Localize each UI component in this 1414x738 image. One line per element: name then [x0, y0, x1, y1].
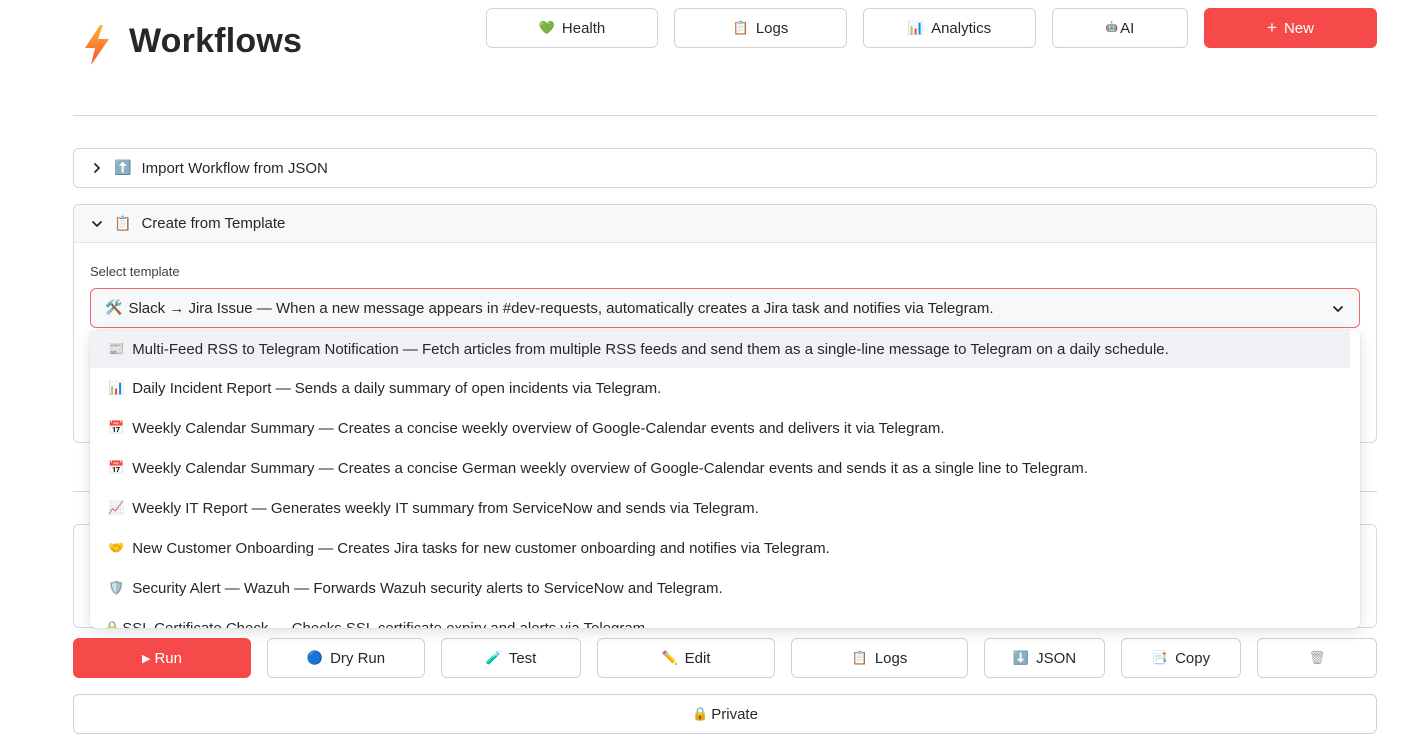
lightning-bolt-icon: [85, 25, 109, 65]
copy-button-label: Copy: [1175, 649, 1211, 667]
template-option-label: Weekly IT Report — Generates weekly IT s…: [132, 499, 759, 517]
test-button-label: Test: [508, 649, 537, 667]
template-accordion-label: Create from Template: [141, 215, 286, 232]
template-option-label: Daily Incident Report — Sends a daily su…: [132, 379, 662, 397]
template-option[interactable]: 🤝 New Customer Onboarding — Creates Jira…: [90, 529, 1350, 567]
delete-button[interactable]: 🗑: [1257, 638, 1377, 678]
template-option[interactable]: 🔒 SSL Certificate Check — Checks SSL cer…: [90, 609, 1350, 629]
trash-icon: 🗑: [1308, 650, 1326, 666]
template-option[interactable]: 📅 Weekly Calendar Summary — Creates a co…: [90, 409, 1350, 447]
template-dropdown[interactable]: 📰 Multi-Feed RSS to Telegram Notificatio…: [90, 330, 1360, 628]
test-tube-icon: 🧪: [485, 650, 502, 666]
new-button[interactable]: + New: [1204, 8, 1377, 48]
template-select-value: Slack → Jira Issue — When a new message …: [128, 299, 994, 317]
bar-chart-icon: 📊: [907, 20, 925, 36]
robot-icon: 🤖: [1105, 22, 1119, 33]
clipboard-icon: 📋: [851, 650, 868, 666]
edit-button[interactable]: ✏️ Edit: [597, 638, 775, 678]
template-option[interactable]: 📈 Weekly IT Report — Generates weekly IT…: [90, 489, 1350, 527]
chart-up-icon: 📈: [108, 500, 125, 516]
visibility-label: Private: [711, 705, 758, 723]
select-template-label: Select template: [90, 264, 180, 279]
analytics-button-label: Analytics: [931, 19, 992, 37]
import-accordion: ⬆️ Import Workflow from JSON: [73, 148, 1377, 188]
template-option-label: Multi-Feed RSS to Telegram Notification …: [132, 340, 1169, 358]
logs-action-button[interactable]: 📋 Logs: [791, 638, 968, 678]
template-select[interactable]: 🛠️ Slack → Jira Issue — When a new messa…: [90, 288, 1360, 328]
template-option[interactable]: 📅 Weekly Calendar Summary — Creates a co…: [90, 449, 1350, 487]
tools-icon: 🛠️: [105, 300, 123, 316]
health-button-label: Health: [561, 19, 606, 37]
template-option-label: SSL Certificate Check — Checks SSL certi…: [122, 619, 650, 629]
template-option-label: Security Alert — Wazuh — Forwards Wazuh …: [132, 579, 723, 597]
run-button-label: Run: [154, 649, 182, 667]
dry-run-button[interactable]: 🔵 Dry Run: [267, 638, 425, 678]
edit-button-label: Edit: [684, 649, 711, 667]
run-button[interactable]: ▶ Run: [73, 638, 251, 678]
chevron-down-icon: [1333, 306, 1343, 312]
visibility-button[interactable]: 🔒 Private: [73, 694, 1377, 734]
template-accordion-header[interactable]: 📋 Create from Template: [74, 205, 1376, 243]
template-option[interactable]: 📰 Multi-Feed RSS to Telegram Notificatio…: [90, 330, 1350, 368]
json-button-label: JSON: [1036, 649, 1077, 667]
play-icon: ▶: [142, 652, 151, 665]
page-title: Workflows: [129, 22, 303, 60]
header-divider: [73, 115, 1377, 116]
dry-run-button-label: Dry Run: [330, 649, 386, 667]
copy-icon: 📑: [1151, 650, 1169, 666]
clipboard-icon: 📋: [114, 215, 132, 232]
json-button[interactable]: ⬇️ JSON: [984, 638, 1105, 678]
handshake-icon: 🤝: [108, 540, 125, 556]
health-button[interactable]: 💚 Health: [486, 8, 658, 48]
new-button-label: New: [1283, 19, 1314, 37]
chevron-down-icon: [92, 220, 102, 227]
upload-icon: ⬆️: [114, 160, 132, 176]
logs-button[interactable]: 📋 Logs: [674, 8, 847, 48]
pencil-icon: ✏️: [661, 650, 678, 666]
test-button[interactable]: 🧪 Test: [441, 638, 581, 678]
logs-action-button-label: Logs: [874, 649, 908, 667]
lock-icon: 🔒: [692, 706, 709, 722]
template-option-label: Weekly Calendar Summary — Creates a conc…: [132, 419, 945, 437]
calendar-icon: 📅: [108, 460, 125, 476]
import-accordion-header[interactable]: ⬆️ Import Workflow from JSON: [74, 149, 1376, 187]
copy-button[interactable]: 📑 Copy: [1121, 638, 1241, 678]
blue-circle-icon: 🔵: [306, 650, 324, 666]
template-option[interactable]: 🛡️ Security Alert — Wazuh — Forwards Waz…: [90, 569, 1350, 607]
download-icon: ⬇️: [1012, 650, 1030, 666]
analytics-button[interactable]: 📊 Analytics: [863, 8, 1036, 48]
template-option-label: Weekly Calendar Summary — Creates a conc…: [132, 459, 1088, 477]
newspaper-icon: 📰: [108, 341, 125, 357]
template-option-label: New Customer Onboarding — Creates Jira t…: [132, 539, 830, 557]
logs-button-label: Logs: [755, 19, 789, 37]
calendar-icon: 📅: [108, 420, 125, 436]
ai-button[interactable]: 🤖 AI: [1052, 8, 1188, 48]
lock-icon: 🔒: [104, 620, 121, 629]
plus-icon: +: [1267, 18, 1277, 37]
import-accordion-label: Import Workflow from JSON: [141, 159, 328, 177]
ai-button-label: AI: [1120, 19, 1135, 37]
chevron-right-icon: [94, 163, 100, 173]
green-heart-icon: 💚: [538, 20, 555, 36]
shield-icon: 🛡️: [108, 580, 125, 596]
bar-chart-icon: 📊: [108, 380, 125, 396]
clipboard-icon: 📋: [732, 20, 749, 36]
template-option[interactable]: 📊 Daily Incident Report — Sends a daily …: [90, 369, 1350, 407]
